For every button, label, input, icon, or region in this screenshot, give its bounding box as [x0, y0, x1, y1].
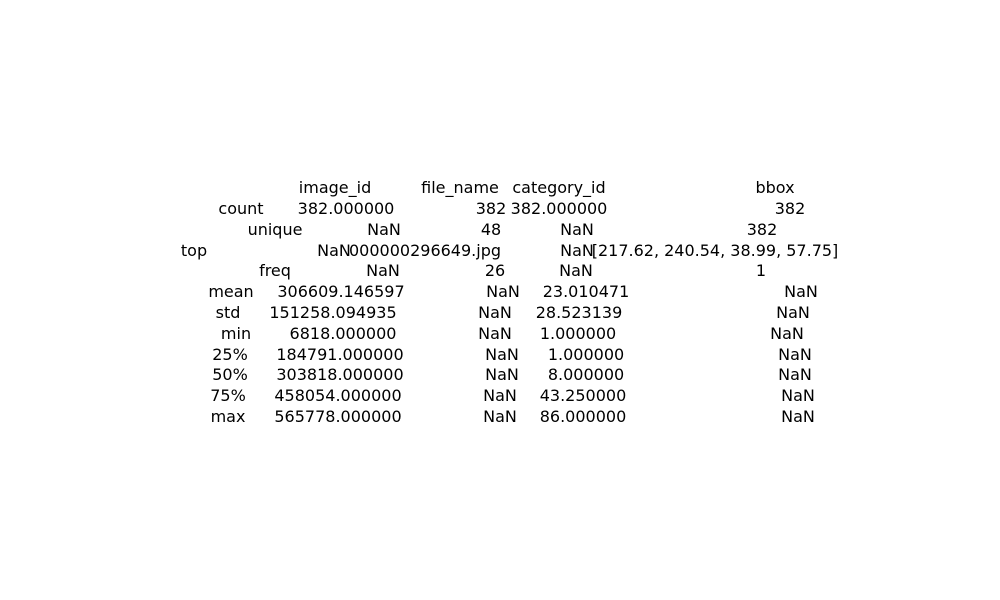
- table-cell: NaN: [317, 240, 351, 260]
- table-cell: NaN: [778, 365, 812, 385]
- table-cell: NaN: [367, 219, 401, 239]
- table-cell: NaN: [781, 386, 815, 406]
- table-cell: NaN: [778, 344, 812, 364]
- table-cell: 26: [484, 261, 506, 281]
- table-cell: NaN: [483, 386, 517, 406]
- row-index-label: 50%: [212, 365, 248, 385]
- table-cell: 565778.000000: [274, 407, 402, 426]
- row-index-label: 25%: [212, 344, 248, 364]
- column-header: file_name: [421, 178, 499, 197]
- table-cell: NaN: [776, 303, 810, 322]
- table-cell: 000000296649.jpg: [349, 240, 501, 260]
- table-cell: 1.000000: [539, 323, 617, 343]
- table-cell: 1: [755, 261, 767, 281]
- table-cell: [217.62, 240.54, 38.99, 57.75]: [591, 240, 839, 260]
- row-index-label: std: [215, 303, 241, 322]
- column-header: image_id: [298, 178, 372, 197]
- table-cell: 306609.146597: [277, 282, 405, 302]
- table-cell: 43.250000: [539, 386, 627, 406]
- table-cell: NaN: [781, 407, 815, 426]
- table-cell: NaN: [485, 365, 519, 385]
- table-cell: 8.000000: [547, 365, 625, 385]
- table-cell: NaN: [560, 240, 594, 260]
- table-cell: NaN: [770, 323, 804, 343]
- column-header: bbox: [755, 178, 795, 197]
- row-index-label: 75%: [210, 386, 246, 406]
- row-index-label: max: [210, 407, 246, 426]
- table-cell: NaN: [559, 261, 593, 281]
- stats-table: image_id file_name category_id bbox count 382…: [0, 0, 1000, 600]
- table-cell: 23.010471: [542, 282, 630, 302]
- table-cell: 6818.000000: [289, 323, 397, 343]
- table-cell: 382.000000: [510, 199, 608, 218]
- table-cell: NaN: [784, 282, 818, 302]
- table-cell: 303818.000000: [276, 365, 404, 385]
- table-cell: 86.000000: [539, 407, 627, 426]
- table-cell: 382: [746, 219, 778, 239]
- table-cell: 184791.000000: [276, 344, 404, 364]
- row-index-label: freq: [259, 261, 291, 281]
- row-index-label: top: [180, 240, 208, 260]
- table-cell: NaN: [478, 303, 512, 322]
- row-index-label: unique: [247, 219, 303, 239]
- table-cell: NaN: [485, 344, 519, 364]
- table-cell: 382.000000: [297, 199, 395, 218]
- row-index-label: min: [220, 323, 252, 343]
- row-index-label: mean: [208, 282, 254, 302]
- table-cell: NaN: [483, 407, 517, 426]
- table-cell: 48: [480, 219, 502, 239]
- table-cell: 28.523139: [535, 303, 623, 322]
- column-header: category_id: [512, 178, 606, 197]
- row-index-label: count: [218, 199, 264, 218]
- table-cell: 151258.094935: [269, 303, 397, 322]
- table-cell: NaN: [560, 219, 594, 239]
- table-cell: NaN: [478, 323, 512, 343]
- table-cell: NaN: [366, 261, 400, 281]
- table-cell: 458054.000000: [274, 386, 402, 406]
- table-cell: 1.000000: [547, 344, 625, 364]
- table-cell: NaN: [486, 282, 520, 302]
- table-cell: 382: [774, 199, 806, 218]
- table-cell: 382: [475, 199, 507, 218]
